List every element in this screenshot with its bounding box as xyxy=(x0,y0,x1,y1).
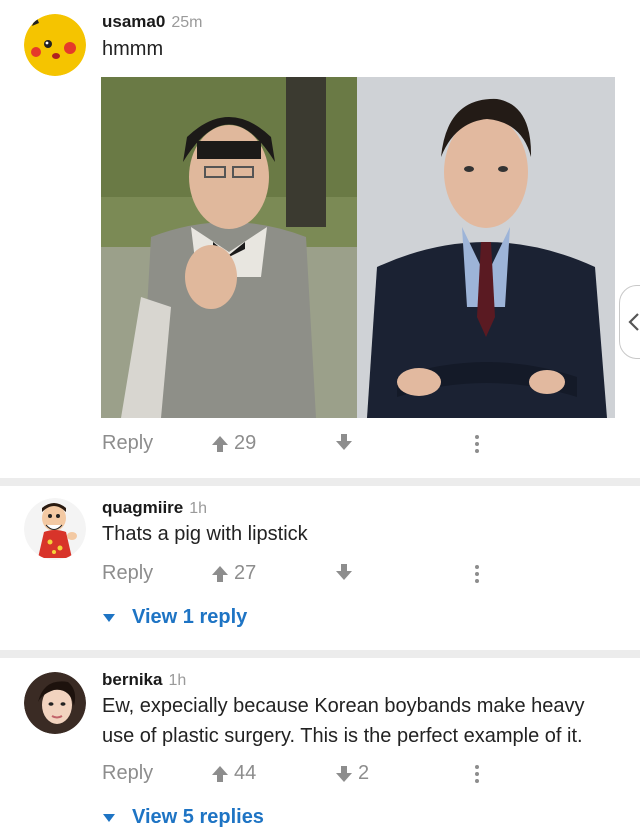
comment-username[interactable]: bernika 1h xyxy=(102,670,186,690)
photo-right-man-suit xyxy=(357,77,615,418)
more-options-button[interactable] xyxy=(474,434,480,460)
arrow-up-icon xyxy=(212,765,228,782)
upvote-button[interactable]: 44 xyxy=(210,762,256,785)
comment-1: usama0 25m hmmm Reply 29 xyxy=(0,0,640,478)
downvote-count: 2 xyxy=(358,762,370,784)
upvote-button[interactable]: 29 xyxy=(210,432,256,455)
comment-time: 1h xyxy=(168,672,187,689)
arrow-up-icon xyxy=(212,435,228,452)
comment-2: quagmiire 1h Thats a pig with lipstick Re… xyxy=(0,486,640,650)
comment-actions: Reply 29 xyxy=(102,432,602,462)
view-replies-label[interactable]: View 1 reply xyxy=(132,606,247,629)
downvote-button[interactable] xyxy=(334,562,358,582)
more-options-button[interactable] xyxy=(474,764,480,790)
view-replies-link[interactable]: View 5 replies xyxy=(102,806,264,829)
arrow-down-icon xyxy=(336,434,352,450)
view-replies-link[interactable]: View 1 reply xyxy=(102,606,247,629)
comment-actions: Reply 44 2 xyxy=(102,762,602,792)
arrow-down-icon xyxy=(336,765,352,782)
downvote-button[interactable] xyxy=(334,432,358,452)
comment-3: bernika 1h Ew, expecially because Korean … xyxy=(0,658,640,836)
avatar-quagmire[interactable] xyxy=(24,498,86,560)
vertical-dots-icon xyxy=(475,435,479,453)
comment-username[interactable]: quagmiire 1h xyxy=(102,498,207,518)
comment-text: hmmm xyxy=(102,38,164,60)
arrow-up-icon xyxy=(212,565,228,582)
avatar-bernika[interactable] xyxy=(24,672,86,734)
chevron-left-icon xyxy=(628,313,639,331)
comment-username[interactable]: usama0 25m xyxy=(102,12,202,32)
comment-divider xyxy=(0,478,640,486)
username-text[interactable]: usama0 xyxy=(102,12,165,31)
comment-image-pair[interactable] xyxy=(101,77,615,418)
vertical-dots-icon xyxy=(475,765,479,783)
downvote-button[interactable]: 2 xyxy=(334,762,369,785)
upvote-count: 29 xyxy=(234,432,257,454)
comment-divider xyxy=(0,650,640,658)
reply-button[interactable]: Reply xyxy=(102,432,153,455)
more-options-button[interactable] xyxy=(474,564,480,590)
upvote-count: 27 xyxy=(234,562,257,584)
triangle-down-icon xyxy=(103,613,115,622)
photo-left-student xyxy=(101,77,357,418)
reply-button[interactable]: Reply xyxy=(102,562,153,585)
upvote-count: 44 xyxy=(234,762,257,784)
comment-text: Thats a pig with lipstick xyxy=(102,523,308,545)
view-replies-label[interactable]: View 5 replies xyxy=(132,806,264,829)
comment-time: 25m xyxy=(171,14,203,31)
triangle-down-icon xyxy=(103,813,115,822)
username-text[interactable]: bernika xyxy=(102,670,162,689)
comment-text: Ew, expecially because Korean boybands m… xyxy=(102,695,585,747)
reply-button[interactable]: Reply xyxy=(102,762,153,785)
side-panel-tab[interactable] xyxy=(619,285,640,359)
comment-actions: Reply 27 xyxy=(102,562,602,592)
upvote-button[interactable]: 27 xyxy=(210,562,256,585)
arrow-down-icon xyxy=(336,564,352,580)
username-text[interactable]: quagmiire xyxy=(102,498,183,517)
avatar-pikachu[interactable] xyxy=(24,14,86,76)
vertical-dots-icon xyxy=(475,565,479,583)
comment-time: 1h xyxy=(189,500,208,517)
